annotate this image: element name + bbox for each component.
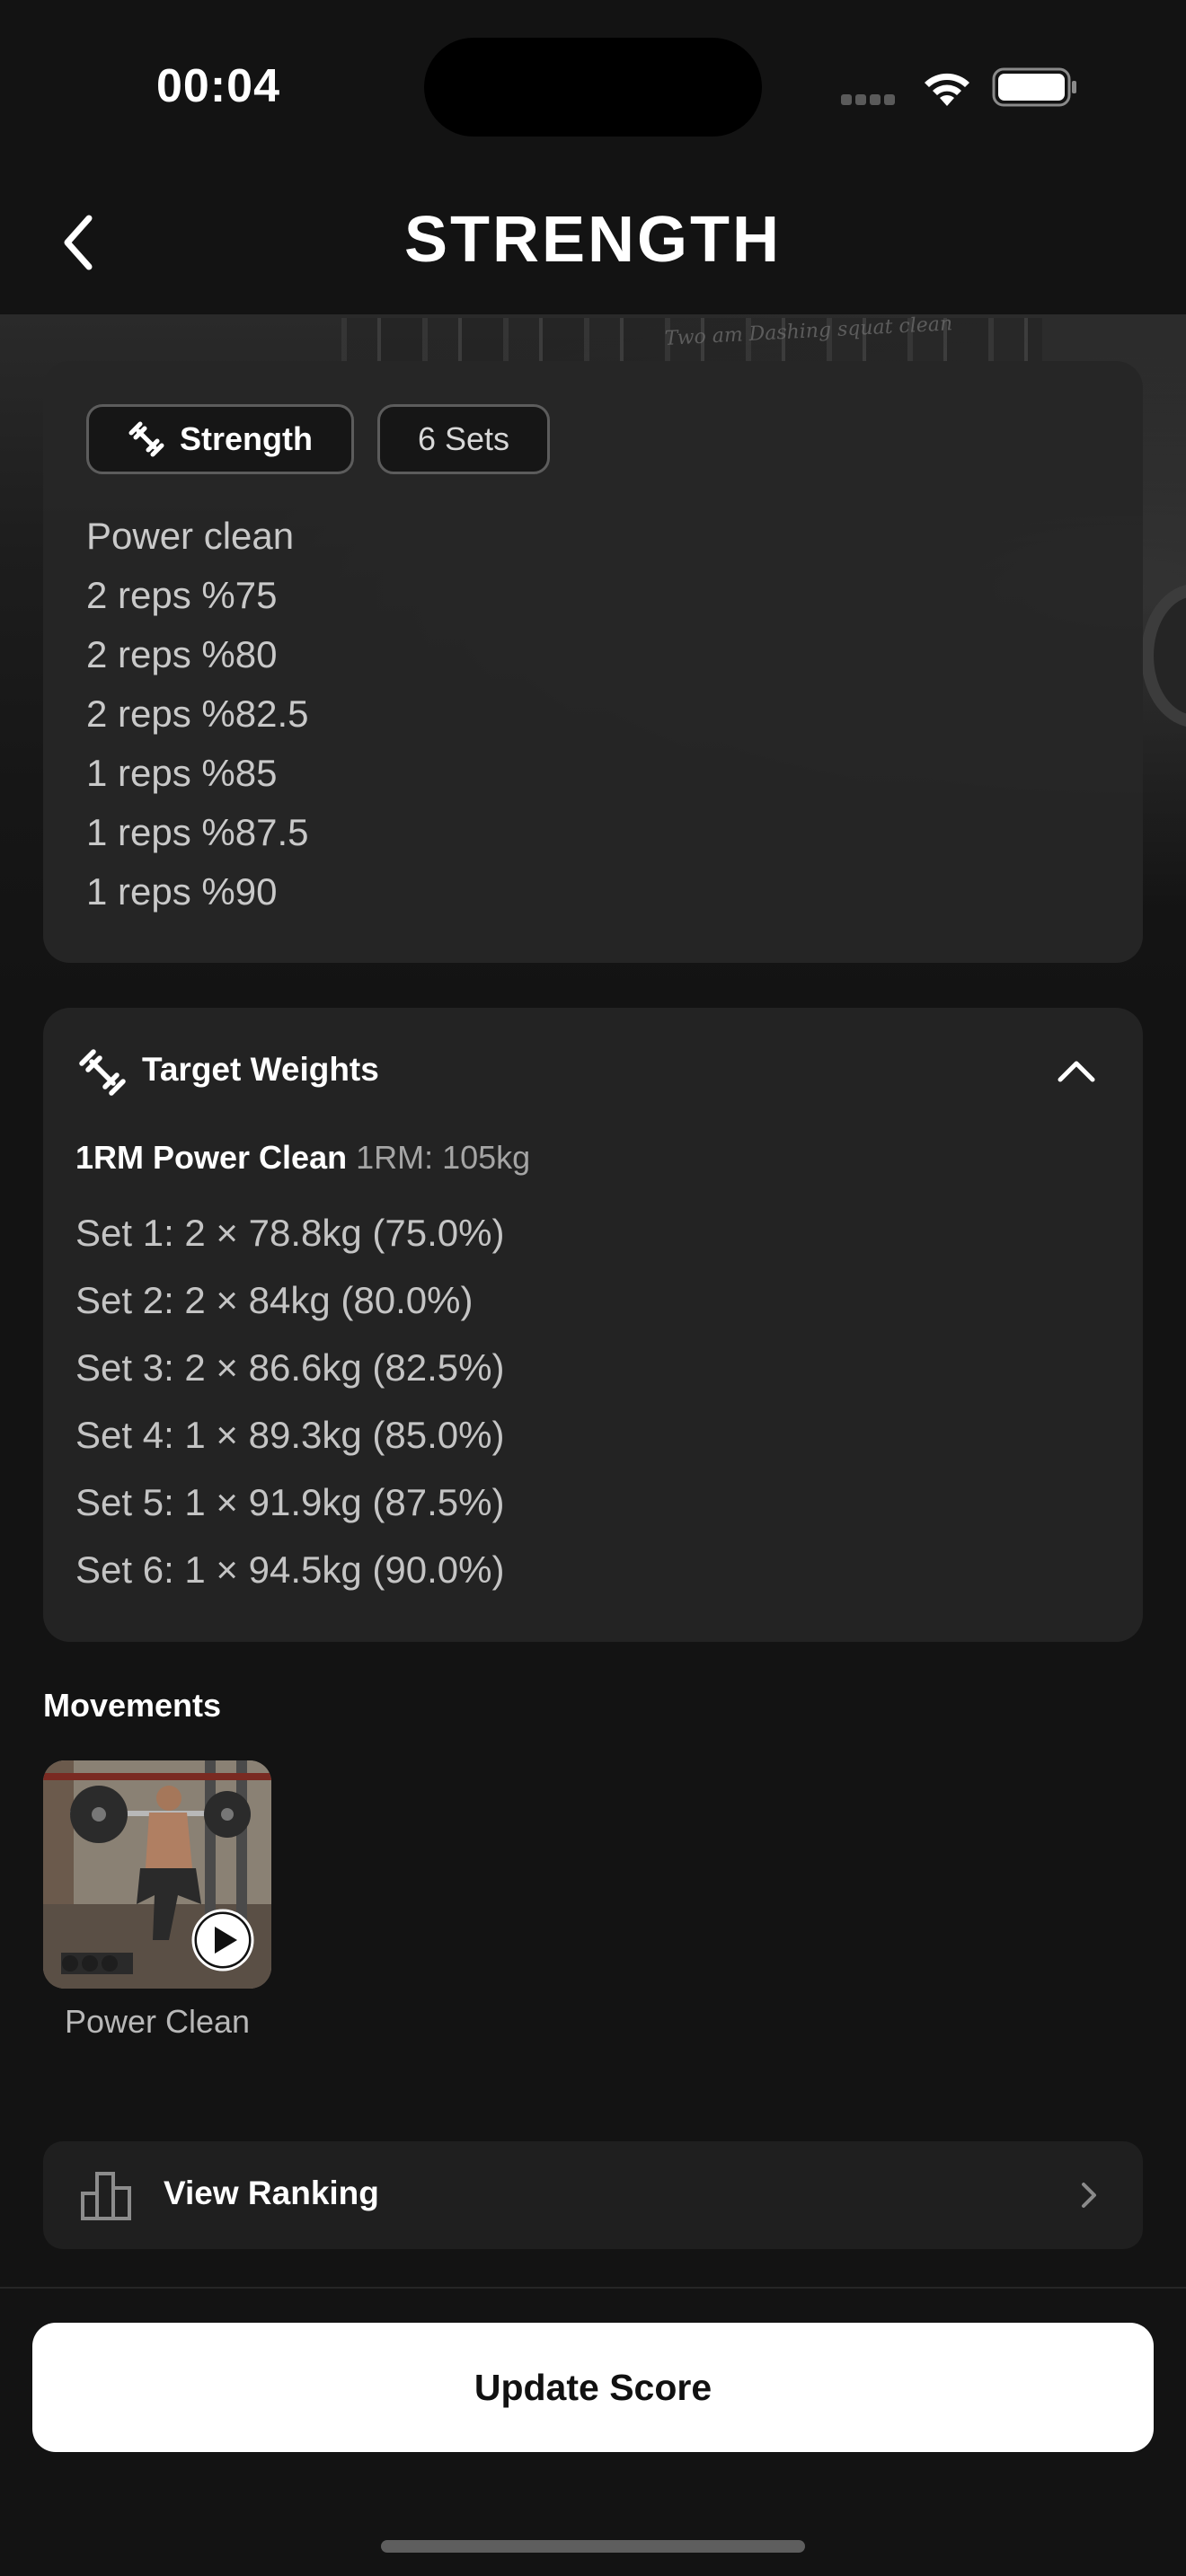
one-rm-line: 1RM Power Clean 1RM: 105kg [75, 1139, 530, 1177]
workout-detail-screen: Two am Dashing squat clean 00:04 STRENGT… [0, 0, 1186, 2576]
movements-heading: Movements [43, 1687, 222, 1724]
workout-lines: Power clean 2 reps %75 2 reps %80 2 reps… [86, 510, 309, 925]
workout-type-label: Strength [180, 420, 313, 457]
cellular-signal-icon [841, 93, 900, 105]
workout-line: 1 reps %90 [86, 870, 278, 913]
chevron-up-icon [1058, 1061, 1095, 1082]
workout-type-chip: Strength [86, 404, 354, 474]
footer-divider [0, 2287, 1186, 2289]
barbell-icon [128, 421, 164, 457]
view-ranking-label: View Ranking [164, 2175, 379, 2211]
workout-line: 1 reps %85 [86, 752, 278, 794]
bar-chart-icon [81, 2172, 131, 2220]
movement-name: Power Clean [64, 2003, 251, 2040]
target-set-row: Set 2: 2 × 84kg (80.0%) [75, 1279, 474, 1321]
movement-image [43, 1760, 271, 1989]
workout-line: 1 reps %87.5 [86, 811, 309, 853]
update-score-button[interactable]: Update Score [32, 2323, 1154, 2452]
workout-line: 2 reps %82.5 [86, 693, 309, 735]
target-set-row: Set 4: 1 × 89.3kg (85.0%) [75, 1414, 505, 1456]
target-set-row: Set 5: 1 × 91.9kg (87.5%) [75, 1481, 505, 1523]
target-sets-list: Set 1: 2 × 78.8kg (75.0%) Set 2: 2 × 84k… [75, 1204, 504, 1608]
barbell-icon [79, 1049, 126, 1096]
target-set-row: Set 6: 1 × 94.5kg (90.0%) [75, 1548, 505, 1591]
workout-line: 2 reps %80 [86, 633, 278, 675]
target-set-row: Set 3: 2 × 86.6kg (82.5%) [75, 1346, 505, 1389]
workout-line: 2 reps %75 [86, 574, 278, 616]
battery-icon [992, 67, 1076, 107]
target-set-row: Set 1: 2 × 78.8kg (75.0%) [75, 1212, 505, 1254]
one-rm-name: 1RM Power Clean [75, 1139, 348, 1176]
collapse-toggle[interactable] [1051, 1053, 1102, 1089]
workout-line: Power clean [86, 515, 295, 557]
chevron-right-icon [1082, 2183, 1096, 2208]
target-weights-title: Target Weights [142, 1051, 379, 1088]
sets-count-chip: 6 Sets [377, 404, 550, 474]
movement-thumbnail[interactable] [43, 1760, 271, 1989]
wifi-icon [925, 73, 969, 106]
dynamic-island [424, 38, 762, 137]
one-rm-value: 1RM: 105kg [356, 1139, 531, 1176]
home-indicator [381, 2540, 805, 2553]
status-time: 00:04 [156, 60, 280, 112]
page-title: STRENGTH [404, 204, 782, 276]
sets-count-label: 6 Sets [417, 420, 510, 457]
